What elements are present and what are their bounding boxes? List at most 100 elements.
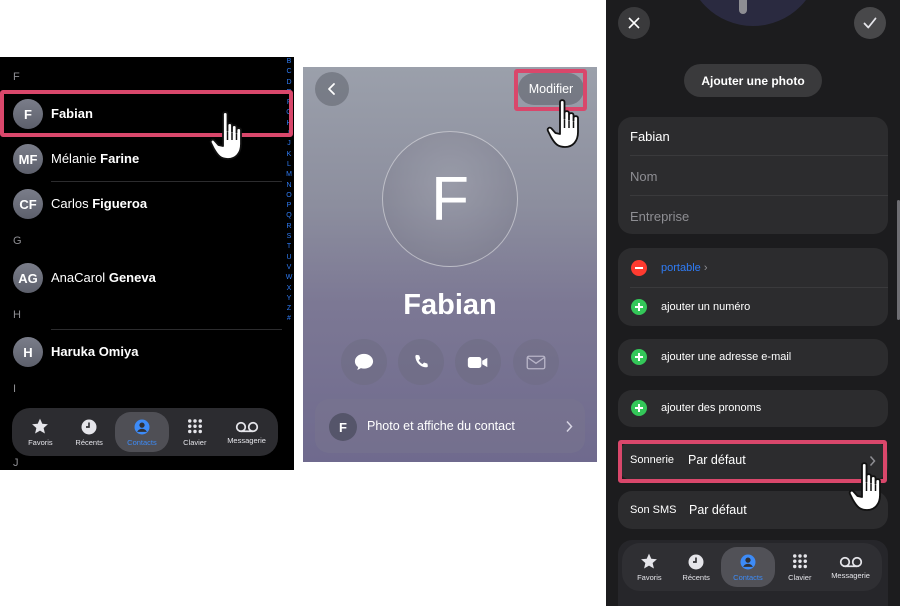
- index-letter[interactable]: X: [284, 284, 294, 294]
- tab-recents[interactable]: Récents: [66, 412, 112, 452]
- add-phone-icon[interactable]: [631, 299, 647, 315]
- poster-avatar: F: [329, 413, 357, 441]
- contact-photo[interactable]: F: [382, 131, 518, 267]
- contact-name: AnaCarol Geneva: [51, 270, 156, 285]
- index-letter[interactable]: Z: [284, 304, 294, 314]
- person-circle-icon: [134, 419, 150, 434]
- add-email-label[interactable]: ajouter une adresse e-mail: [661, 351, 791, 363]
- index-letter[interactable]: O: [284, 191, 294, 201]
- index-letter[interactable]: J: [284, 139, 294, 149]
- tab-label: Clavier: [788, 572, 812, 582]
- index-letter[interactable]: V: [284, 263, 294, 273]
- index-letter[interactable]: L: [284, 160, 294, 170]
- index-letter[interactable]: C: [284, 67, 294, 77]
- phone-label[interactable]: portable ›: [661, 262, 708, 274]
- index-letter[interactable]: M: [284, 170, 294, 180]
- add-pronouns-label[interactable]: ajouter des pronoms: [661, 402, 761, 414]
- poster-label: Photo et affiche du contact: [367, 419, 515, 433]
- name-fields-card: Fabian Nom Entreprise: [618, 117, 888, 234]
- edit-contact-screen: Ajouter une photo Fabian Nom Entreprise …: [606, 0, 900, 606]
- tab-clavier[interactable]: Clavier: [172, 412, 218, 452]
- message-button[interactable]: [341, 339, 387, 385]
- tap-hand-icon: [848, 462, 881, 511]
- tab-recents[interactable]: Récents: [674, 547, 718, 587]
- first-name-field[interactable]: Fabian: [630, 129, 670, 144]
- index-letter[interactable]: D: [284, 78, 294, 88]
- company-field[interactable]: Entreprise: [630, 209, 689, 224]
- avatar: H: [13, 337, 43, 367]
- pronouns-card[interactable]: ajouter des pronoms: [618, 390, 888, 427]
- contact-name: Mélanie Farine: [51, 151, 140, 166]
- voicemail-icon: [235, 421, 258, 432]
- index-letter[interactable]: Y: [284, 294, 294, 304]
- index-letter[interactable]: B: [284, 57, 294, 67]
- tab-favoris[interactable]: Favoris: [627, 547, 671, 587]
- index-letter[interactable]: R: [284, 222, 294, 232]
- tab-messagerie[interactable]: Messagerie: [825, 547, 877, 587]
- tab-label: Récents: [75, 437, 103, 447]
- index-letter[interactable]: S: [284, 232, 294, 242]
- tap-highlight: [0, 90, 293, 137]
- index-letter[interactable]: W: [284, 273, 294, 283]
- section-header-h: H: [13, 309, 21, 321]
- tab-label: Clavier: [183, 437, 207, 447]
- section-header-j: J: [13, 457, 19, 469]
- contact-name: Fabian: [403, 289, 497, 321]
- star-icon: [32, 418, 49, 434]
- add-email-icon[interactable]: [631, 349, 647, 365]
- sms-tone-label: Son SMS: [630, 504, 677, 516]
- mail-icon: [526, 355, 546, 369]
- mail-button[interactable]: [513, 339, 559, 385]
- index-letter[interactable]: T: [284, 242, 294, 252]
- video-icon: [467, 356, 488, 368]
- message-icon: [354, 353, 374, 371]
- remove-phone-button[interactable]: [631, 260, 647, 276]
- contact-row-haruka-omiya[interactable]: H Haruka Omiya: [0, 330, 282, 374]
- index-letter[interactable]: P: [284, 201, 294, 211]
- tab-messagerie[interactable]: Messagerie: [221, 412, 273, 452]
- email-card[interactable]: ajouter une adresse e-mail: [618, 339, 888, 376]
- clock-icon: [688, 554, 704, 569]
- section-header-g: G: [13, 235, 22, 247]
- tab-label: Favoris: [637, 573, 662, 582]
- index-letter[interactable]: K: [284, 150, 294, 160]
- voicemail-icon: [839, 556, 862, 567]
- person-circle-icon: [740, 554, 756, 569]
- tab-label: Favoris: [28, 438, 53, 447]
- tab-label: Messagerie: [227, 435, 266, 445]
- tab-bar: Favoris Récents Contacts Clavier Message…: [622, 543, 882, 591]
- contact-name: Carlos Figueroa: [51, 196, 148, 211]
- keypad-icon: [187, 418, 202, 433]
- tab-favoris[interactable]: Favoris: [17, 412, 63, 452]
- contact-row-carlos-figueroa[interactable]: CF Carlos Figueroa: [0, 182, 282, 226]
- tab-contacts[interactable]: Contacts: [720, 547, 775, 587]
- add-phone-label[interactable]: ajouter un numéro: [661, 301, 750, 313]
- contact-photo[interactable]: [686, 0, 820, 26]
- chevron-left-icon: [328, 83, 335, 95]
- phone-card: portable › ajouter un numéro: [618, 248, 888, 326]
- avatar: AG: [13, 263, 43, 293]
- index-letter[interactable]: #: [284, 314, 294, 324]
- add-photo-button[interactable]: Ajouter une photo: [684, 64, 822, 97]
- done-button[interactable]: [854, 7, 886, 39]
- phone-icon: [415, 354, 428, 368]
- section-header-f: F: [13, 71, 20, 83]
- keypad-icon: [792, 553, 807, 568]
- back-button[interactable]: [315, 72, 349, 106]
- index-letter[interactable]: Q: [284, 211, 294, 221]
- poster-button[interactable]: F Photo et affiche du contact: [315, 399, 585, 453]
- index-letter[interactable]: U: [284, 253, 294, 263]
- cancel-button[interactable]: [618, 7, 650, 39]
- add-pronouns-icon[interactable]: [631, 400, 647, 416]
- video-button[interactable]: [455, 339, 501, 385]
- tab-bar: Favoris Récents Contacts Clavier Message…: [12, 408, 278, 456]
- tab-contacts[interactable]: Contacts: [114, 412, 169, 452]
- contact-row-anacarol-geneva[interactable]: AG AnaCarol Geneva: [0, 256, 282, 300]
- index-letter[interactable]: N: [284, 181, 294, 191]
- call-button[interactable]: [398, 339, 444, 385]
- tab-label: Contacts: [127, 437, 157, 447]
- star-icon: [641, 553, 658, 569]
- tab-label: Messagerie: [831, 570, 870, 580]
- last-name-field[interactable]: Nom: [630, 169, 657, 184]
- tab-clavier[interactable]: Clavier: [778, 547, 822, 587]
